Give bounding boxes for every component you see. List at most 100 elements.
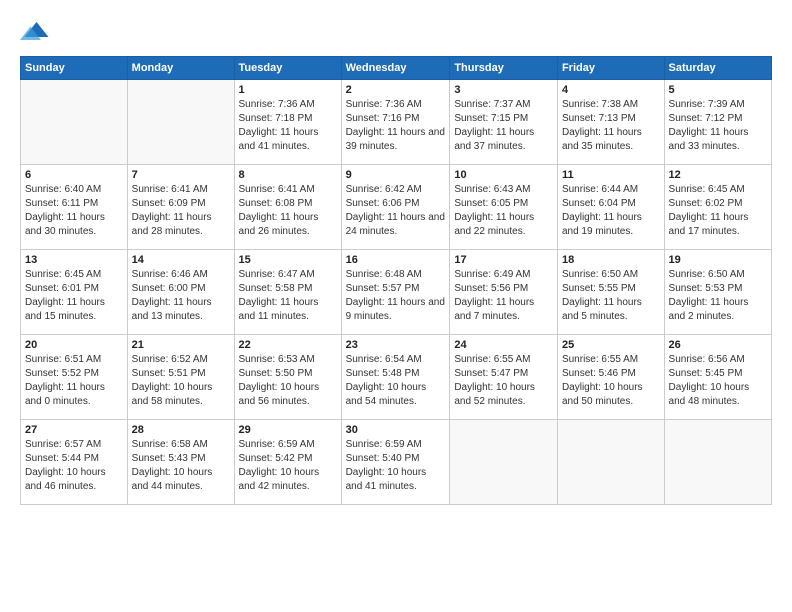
- day-info: Sunrise: 6:53 AMSunset: 5:50 PMDaylight:…: [239, 353, 337, 409]
- day-info: Sunrise: 6:52 AMSunset: 5:51 PMDaylight:…: [132, 353, 230, 409]
- day-number: 2: [346, 84, 446, 96]
- calendar-cell: [21, 80, 128, 165]
- day-number: 11: [562, 169, 660, 181]
- day-info: Sunrise: 6:55 AMSunset: 5:47 PMDaylight:…: [454, 353, 553, 409]
- day-number: 4: [562, 84, 660, 96]
- day-info: Sunrise: 6:46 AMSunset: 6:00 PMDaylight:…: [132, 268, 230, 324]
- calendar-week-row: 6Sunrise: 6:40 AMSunset: 6:11 PMDaylight…: [21, 165, 772, 250]
- day-number: 12: [669, 169, 767, 181]
- calendar-cell: [664, 420, 771, 505]
- day-number: 3: [454, 84, 553, 96]
- calendar-week-row: 1 Sunrise: 7:36 AMSunset: 7:18 PMDaylight…: [21, 80, 772, 165]
- day-info: Sunrise: 6:40 AMSunset: 6:11 PMDaylight:…: [25, 183, 123, 239]
- day-number: 21: [132, 339, 230, 351]
- day-number: 16: [346, 254, 446, 266]
- day-info: Sunrise: 7:39 AMSunset: 7:12 PMDaylight:…: [669, 98, 767, 154]
- calendar-cell: 13 Sunrise: 6:45 AMSunset: 6:01 PMDayligh…: [21, 250, 128, 335]
- calendar-week-row: 13 Sunrise: 6:45 AMSunset: 6:01 PMDayligh…: [21, 250, 772, 335]
- calendar-cell: 26 Sunrise: 6:56 AMSunset: 5:45 PMDayligh…: [664, 335, 771, 420]
- calendar-cell: 21 Sunrise: 6:52 AMSunset: 5:51 PMDayligh…: [127, 335, 234, 420]
- day-number: 10: [454, 169, 553, 181]
- day-number: 1: [239, 84, 337, 96]
- calendar-cell: 11Sunrise: 6:44 AMSunset: 6:04 PMDayligh…: [557, 165, 664, 250]
- day-info: Sunrise: 7:36 AMSunset: 7:18 PMDaylight:…: [239, 98, 337, 154]
- calendar-cell: [450, 420, 558, 505]
- day-number: 13: [25, 254, 123, 266]
- calendar-cell: 27Sunrise: 6:57 AMSunset: 5:44 PMDayligh…: [21, 420, 128, 505]
- calendar-cell: 8 Sunrise: 6:41 AMSunset: 6:08 PMDaylight…: [234, 165, 341, 250]
- day-info: Sunrise: 7:36 AMSunset: 7:16 PMDaylight:…: [346, 98, 446, 154]
- calendar-cell: 14Sunrise: 6:46 AMSunset: 6:00 PMDayligh…: [127, 250, 234, 335]
- day-info: Sunrise: 7:37 AMSunset: 7:15 PMDaylight:…: [454, 98, 553, 154]
- day-number: 24: [454, 339, 553, 351]
- day-info: Sunrise: 6:55 AMSunset: 5:46 PMDaylight:…: [562, 353, 660, 409]
- col-header-saturday: Saturday: [664, 57, 771, 80]
- day-number: 15: [239, 254, 337, 266]
- calendar-cell: 30 Sunrise: 6:59 AMSunset: 5:40 PMDayligh…: [341, 420, 450, 505]
- calendar-cell: 29Sunrise: 6:59 AMSunset: 5:42 PMDayligh…: [234, 420, 341, 505]
- day-number: 9: [346, 169, 446, 181]
- day-info: Sunrise: 6:48 AMSunset: 5:57 PMDaylight:…: [346, 268, 446, 324]
- day-info: Sunrise: 6:43 AMSunset: 6:05 PMDaylight:…: [454, 183, 553, 239]
- calendar-cell: 12 Sunrise: 6:45 AMSunset: 6:02 PMDayligh…: [664, 165, 771, 250]
- day-info: Sunrise: 6:42 AMSunset: 6:06 PMDaylight:…: [346, 183, 446, 239]
- day-info: Sunrise: 6:58 AMSunset: 5:43 PMDaylight:…: [132, 438, 230, 494]
- calendar-cell: [127, 80, 234, 165]
- day-info: Sunrise: 6:45 AMSunset: 6:01 PMDaylight:…: [25, 268, 123, 324]
- calendar-cell: 15 Sunrise: 6:47 AMSunset: 5:58 PMDayligh…: [234, 250, 341, 335]
- logo: [20, 16, 54, 46]
- day-info: Sunrise: 6:50 AMSunset: 5:55 PMDaylight:…: [562, 268, 660, 324]
- calendar-cell: 18 Sunrise: 6:50 AMSunset: 5:55 PMDayligh…: [557, 250, 664, 335]
- day-info: Sunrise: 6:56 AMSunset: 5:45 PMDaylight:…: [669, 353, 767, 409]
- col-header-monday: Monday: [127, 57, 234, 80]
- day-info: Sunrise: 6:51 AMSunset: 5:52 PMDaylight:…: [25, 353, 123, 409]
- day-number: 5: [669, 84, 767, 96]
- col-header-tuesday: Tuesday: [234, 57, 341, 80]
- col-header-wednesday: Wednesday: [341, 57, 450, 80]
- day-number: 19: [669, 254, 767, 266]
- calendar-cell: 28 Sunrise: 6:58 AMSunset: 5:43 PMDayligh…: [127, 420, 234, 505]
- col-header-thursday: Thursday: [450, 57, 558, 80]
- day-number: 7: [132, 169, 230, 181]
- calendar-cell: 2 Sunrise: 7:36 AMSunset: 7:16 PMDaylight…: [341, 80, 450, 165]
- col-header-friday: Friday: [557, 57, 664, 80]
- calendar-cell: 5 Sunrise: 7:39 AMSunset: 7:12 PMDaylight…: [664, 80, 771, 165]
- calendar-cell: 23 Sunrise: 6:54 AMSunset: 5:48 PMDayligh…: [341, 335, 450, 420]
- calendar-cell: 16 Sunrise: 6:48 AMSunset: 5:57 PMDayligh…: [341, 250, 450, 335]
- day-info: Sunrise: 7:38 AMSunset: 7:13 PMDaylight:…: [562, 98, 660, 154]
- day-info: Sunrise: 6:47 AMSunset: 5:58 PMDaylight:…: [239, 268, 337, 324]
- calendar-cell: 6Sunrise: 6:40 AMSunset: 6:11 PMDaylight…: [21, 165, 128, 250]
- day-number: 25: [562, 339, 660, 351]
- day-number: 23: [346, 339, 446, 351]
- calendar-cell: 1 Sunrise: 7:36 AMSunset: 7:18 PMDaylight…: [234, 80, 341, 165]
- day-number: 17: [454, 254, 553, 266]
- day-info: Sunrise: 6:49 AMSunset: 5:56 PMDaylight:…: [454, 268, 553, 324]
- header: [20, 16, 772, 46]
- calendar-cell: 3 Sunrise: 7:37 AMSunset: 7:15 PMDaylight…: [450, 80, 558, 165]
- calendar-week-row: 27Sunrise: 6:57 AMSunset: 5:44 PMDayligh…: [21, 420, 772, 505]
- day-info: Sunrise: 6:59 AMSunset: 5:40 PMDaylight:…: [346, 438, 446, 494]
- day-number: 22: [239, 339, 337, 351]
- day-number: 8: [239, 169, 337, 181]
- calendar-cell: 20 Sunrise: 6:51 AMSunset: 5:52 PMDayligh…: [21, 335, 128, 420]
- calendar-week-row: 20 Sunrise: 6:51 AMSunset: 5:52 PMDayligh…: [21, 335, 772, 420]
- day-number: 28: [132, 424, 230, 436]
- calendar-cell: 22 Sunrise: 6:53 AMSunset: 5:50 PMDayligh…: [234, 335, 341, 420]
- day-number: 30: [346, 424, 446, 436]
- calendar-table: SundayMondayTuesdayWednesdayThursdayFrid…: [20, 56, 772, 505]
- calendar-cell: 7 Sunrise: 6:41 AMSunset: 6:09 PMDaylight…: [127, 165, 234, 250]
- calendar-cell: 24 Sunrise: 6:55 AMSunset: 5:47 PMDayligh…: [450, 335, 558, 420]
- day-info: Sunrise: 6:41 AMSunset: 6:09 PMDaylight:…: [132, 183, 230, 239]
- day-number: 26: [669, 339, 767, 351]
- calendar-header-row: SundayMondayTuesdayWednesdayThursdayFrid…: [21, 57, 772, 80]
- page: SundayMondayTuesdayWednesdayThursdayFrid…: [0, 0, 792, 612]
- calendar-cell: 19Sunrise: 6:50 AMSunset: 5:53 PMDayligh…: [664, 250, 771, 335]
- day-info: Sunrise: 6:54 AMSunset: 5:48 PMDaylight:…: [346, 353, 446, 409]
- calendar-cell: 10 Sunrise: 6:43 AMSunset: 6:05 PMDayligh…: [450, 165, 558, 250]
- day-info: Sunrise: 6:45 AMSunset: 6:02 PMDaylight:…: [669, 183, 767, 239]
- day-info: Sunrise: 6:41 AMSunset: 6:08 PMDaylight:…: [239, 183, 337, 239]
- day-number: 20: [25, 339, 123, 351]
- day-number: 18: [562, 254, 660, 266]
- calendar-cell: 9 Sunrise: 6:42 AMSunset: 6:06 PMDaylight…: [341, 165, 450, 250]
- day-info: Sunrise: 6:59 AMSunset: 5:42 PMDaylight:…: [239, 438, 337, 494]
